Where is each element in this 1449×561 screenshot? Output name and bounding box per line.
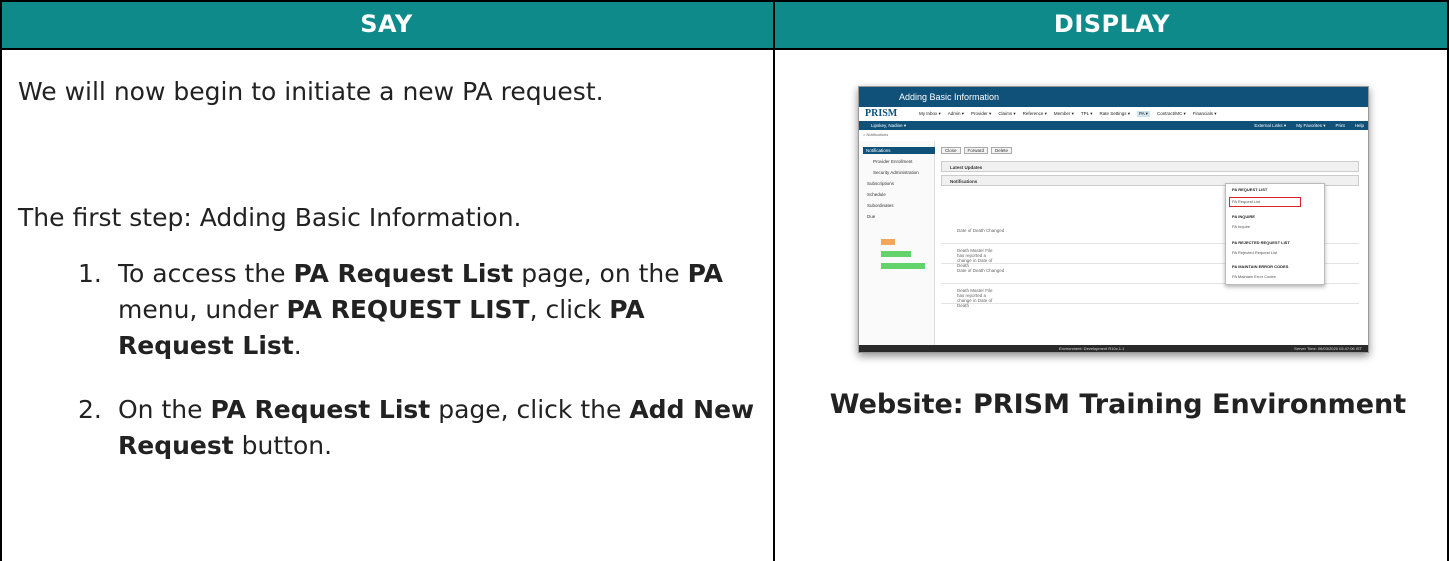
step-bold-text: PA REQUEST LIST [286, 295, 530, 324]
menu-item[interactable]: My Inbox ▾ [919, 111, 941, 117]
table-left-border [0, 0, 2, 561]
dropdown-item[interactable]: PA Maintain Error Codes [1232, 274, 1276, 279]
table-top-border [0, 0, 1449, 2]
step-bold-text: PA Request List [293, 259, 514, 288]
latest-updates-panel[interactable]: Latest Updates [941, 161, 1359, 172]
dropdown-item[interactable]: PA Rejected Request List [1232, 250, 1277, 255]
action-buttons: Close Forward Delete [941, 147, 1013, 154]
menu-item[interactable]: Financials ▾ [1193, 111, 1217, 117]
breadcrumb: > Notifications [863, 132, 889, 137]
table-row[interactable]: Death Master File has reported a change … [941, 285, 1359, 308]
screenshot-menu: My Inbox ▾ Admin ▾ Provider ▾ Claims ▾ R… [919, 111, 1217, 117]
subbar-link[interactable]: My Favorites ▾ [1296, 121, 1325, 130]
subbar-link[interactable]: External Links ▾ [1254, 121, 1286, 130]
step-text: On the [118, 395, 211, 424]
menu-item[interactable]: Provider ▾ [971, 111, 991, 117]
sidebar-item[interactable]: Provider Enrollment [873, 159, 913, 164]
menu-item[interactable]: Admin ▾ [948, 111, 964, 117]
forward-button[interactable]: Forward [963, 147, 989, 154]
prism-screenshot: Adding Basic Information PRISM My Inbox … [858, 86, 1369, 353]
say-header: SAY [0, 0, 773, 48]
header-divider [0, 48, 1449, 50]
step-number: 2. [78, 395, 102, 424]
dropdown-heading: PA INQUIRE [1232, 214, 1255, 219]
column-divider [773, 0, 775, 561]
step-list: 1. To access the PA Request List page, o… [18, 256, 758, 492]
sidebar-item[interactable]: Subscriptions [867, 181, 894, 186]
menu-item[interactable]: Contract/MC ▾ [1157, 111, 1186, 117]
due-bar [881, 263, 925, 269]
footer-server-time: Server Time: 06/03/2020 03:47:06 IST [1294, 346, 1362, 351]
step-text: menu, under [118, 295, 287, 324]
intro-text: We will now begin to initiate a new PA r… [18, 77, 604, 106]
menu-item[interactable]: Member ▾ [1054, 111, 1074, 117]
dropdown-heading: PA MAINTAIN ERROR CODES [1232, 264, 1289, 269]
screenshot-sidebar: Notifications Provider Enrollment Securi… [859, 141, 935, 346]
menu-item[interactable]: Reference ▾ [1023, 111, 1047, 117]
user-name[interactable]: Lipskey, Nadine ▾ [871, 121, 906, 130]
row-text: Date of Death Changed [957, 228, 1005, 233]
first-step-text: The first step: Adding Basic Information… [18, 203, 522, 232]
step-text: page, on the [513, 259, 688, 288]
screenshot-footer: Environment: Development R10c.1.1 Server… [859, 345, 1368, 352]
step-text: . [293, 331, 302, 360]
menu-item-pa[interactable]: PA ▾ [1137, 111, 1150, 117]
step-text: page, click the [430, 395, 630, 424]
menu-item[interactable]: Rate Settings ▾ [1099, 111, 1130, 117]
step-text: button. [233, 431, 333, 460]
highlight-box [1229, 197, 1301, 207]
sidebar-item[interactable]: Schedule [867, 192, 886, 197]
step-text: , click [529, 295, 610, 324]
display-header: DISPLAY [775, 0, 1449, 48]
row-text: Date of Death Changed [957, 268, 1005, 273]
screenshot-nav-bar: PRISM My Inbox ▾ Admin ▾ Provider ▾ Clai… [859, 107, 1368, 122]
row-text: Death Master File has reported a change … [957, 288, 993, 308]
step-number: 1. [78, 259, 102, 288]
pa-dropdown-menu: PA REQUEST LIST PA Request List PA INQUI… [1225, 183, 1325, 285]
dropdown-heading: PA REJECTED REQUEST LIST [1232, 240, 1290, 245]
subbar-link[interactable]: Print [1335, 121, 1344, 130]
subbar-link[interactable]: Help [1355, 121, 1364, 130]
step-bold-text: PA Request List [210, 395, 431, 424]
screenshot-title-bar: Adding Basic Information [859, 87, 1368, 107]
step-bold-text: PA [687, 259, 723, 288]
screenshot-title: Adding Basic Information [899, 92, 1000, 102]
dropdown-heading: PA REQUEST LIST [1232, 187, 1268, 192]
step-item-1: 1. To access the PA Request List page, o… [18, 256, 758, 364]
menu-item[interactable]: Claims ▾ [998, 111, 1015, 117]
screenshot-sub-bar: Lipskey, Nadine ▾ External Links ▾ My Fa… [859, 121, 1368, 130]
sidebar-item[interactable]: Notifications [863, 147, 935, 154]
sidebar-item[interactable]: Subordinates [867, 203, 894, 208]
step-text: To access the [118, 259, 294, 288]
sidebar-item[interactable]: Security Administration [873, 170, 919, 175]
due-bar [881, 251, 911, 257]
step-item-2: 2. On the PA Request List page, click th… [18, 392, 758, 464]
footer-environment: Environment: Development R10c.1.1 [1059, 346, 1125, 351]
screenshot-main: Close Forward Delete Latest Updates Noti… [937, 141, 1362, 346]
dropdown-item[interactable]: PA Inquire [1232, 224, 1250, 229]
subbar-links: External Links ▾ My Favorites ▾ Print He… [1254, 121, 1364, 130]
close-button[interactable]: Close [941, 147, 961, 154]
due-bar [881, 239, 895, 245]
prism-logo: PRISM [865, 108, 898, 119]
delete-button[interactable]: Delete [991, 147, 1013, 154]
menu-item[interactable]: TPL ▾ [1081, 111, 1093, 117]
display-caption: Website: PRISM Training Environment [829, 389, 1407, 420]
sidebar-item[interactable]: Due [867, 214, 875, 219]
say-display-table: SAY DISPLAY We will now begin to initiat… [0, 0, 1449, 561]
